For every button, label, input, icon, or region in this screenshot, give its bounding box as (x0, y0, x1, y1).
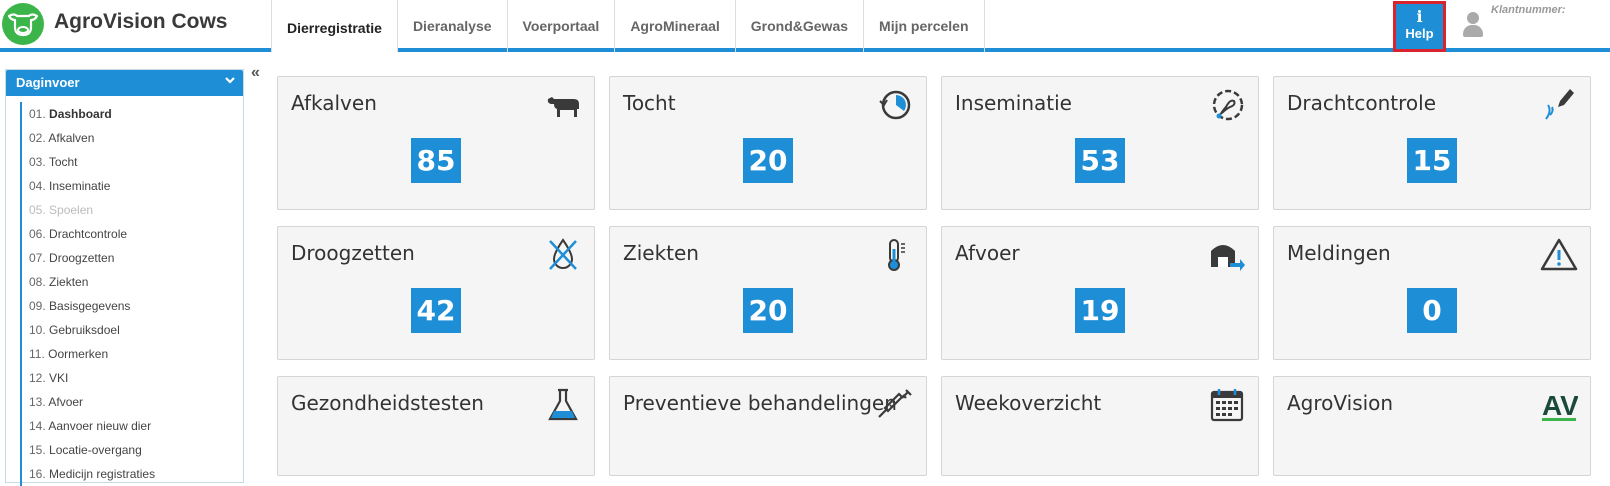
sidebar-title: Daginvoer (16, 75, 80, 90)
tile-inseminatie[interactable]: Inseminatie 53 (941, 76, 1259, 210)
tile-meldingen[interactable]: Meldingen 0 (1273, 226, 1591, 360)
tile-agrovision[interactable]: AgroVision AV (1273, 376, 1591, 476)
ultrasound-icon (1540, 87, 1578, 123)
sidebar-item-basisgegevens[interactable]: 09. Basisgegevens (20, 294, 243, 318)
tile-count: 15 (1407, 138, 1457, 183)
tile-afvoer[interactable]: Afvoer 19 (941, 226, 1259, 360)
cow-logo-icon[interactable] (2, 3, 44, 45)
tile-drachtcontrole[interactable]: Drachtcontrole 15 (1273, 76, 1591, 210)
tile-count: 20 (743, 138, 793, 183)
nav-mijn-percelen[interactable]: Mijn percelen (863, 0, 985, 52)
help-button[interactable]: i Help (1393, 1, 1446, 52)
tile-title: Weekoverzicht (955, 391, 1102, 415)
nav-dierregistratie[interactable]: Dierregistratie (271, 0, 397, 52)
sidebar-item-droogzetten[interactable]: 07. Droogzetten (20, 246, 243, 270)
sidebar-item-spoelen: 05. Spoelen (20, 198, 243, 222)
barn-exit-icon (1208, 237, 1246, 273)
tile-title: Tocht (623, 91, 676, 115)
tile-afkalven[interactable]: Afkalven 85 (277, 76, 595, 210)
nav-agromineraal[interactable]: AgroMineraal (614, 0, 734, 52)
tile-ziekten[interactable]: Ziekten 20 (609, 226, 927, 360)
tile-tocht[interactable]: Tocht 20 (609, 76, 927, 210)
nav-grond-gewas[interactable]: Grond&Gewas (734, 0, 863, 52)
sidebar-item-locatie-overgang[interactable]: 15. Locatie-overgang (20, 438, 243, 462)
nav-voerportaal[interactable]: Voerportaal (506, 0, 615, 52)
sidebar-item-vki[interactable]: 12. VKI (20, 366, 243, 390)
sidebar-item-gebruiksdoel[interactable]: 10. Gebruiksdoel (20, 318, 243, 342)
main-nav: Dierregistratie Dieranalyse Voerportaal … (271, 0, 985, 52)
tile-count: 0 (1407, 288, 1457, 333)
tile-title: Meldingen (1287, 241, 1391, 265)
tile-title: Afkalven (291, 91, 377, 115)
tile-title: AgroVision (1287, 391, 1394, 415)
user-icon[interactable] (1462, 12, 1484, 38)
tile-preventieve-behandelingen[interactable]: Preventieve behandelingen (609, 376, 927, 476)
tile-weekoverzicht[interactable]: Weekoverzicht (941, 376, 1259, 476)
sidebar-item-aanvoer-nieuw-dier[interactable]: 14. Aanvoer nieuw dier (20, 414, 243, 438)
sidebar-item-afkalven[interactable]: 02. Afkalven (20, 126, 243, 150)
warning-icon (1540, 237, 1578, 273)
tile-count: 53 (1075, 138, 1125, 183)
nav-dieranalyse[interactable]: Dieranalyse (396, 0, 507, 52)
sidebar-item-ziekten[interactable]: 08. Ziekten (20, 270, 243, 294)
collapse-sidebar-button[interactable]: « (251, 64, 260, 82)
av-logo-icon: AV (1540, 387, 1579, 423)
tile-count: 85 (411, 138, 461, 183)
clock-cycle-icon (876, 87, 914, 123)
calendar-icon (1208, 387, 1246, 423)
no-milk-drop-icon (544, 237, 582, 273)
tile-count: 19 (1075, 288, 1125, 333)
flask-icon (544, 387, 582, 423)
syringe-icon (876, 387, 914, 423)
sidebar-item-afvoer[interactable]: 13. Afvoer (20, 390, 243, 414)
tile-gezondheidstesten[interactable]: Gezondheidstesten (277, 376, 595, 476)
sidebar-item-dashboard[interactable]: 01. Dashboard (20, 102, 243, 126)
sidebar-item-oormerken[interactable]: 11. Oormerken (20, 342, 243, 366)
help-label: Help (1405, 26, 1434, 41)
svg-text:AV: AV (1542, 390, 1578, 421)
sidebar-item-inseminatie[interactable]: 04. Inseminatie (20, 174, 243, 198)
top-header: AgroVision Cows Dierregistratie Dieranal… (0, 0, 1610, 52)
tile-count: 20 (743, 288, 793, 333)
tile-title: Ziekten (623, 241, 699, 265)
tile-title: Droogzetten (291, 241, 415, 265)
thermometer-icon (876, 237, 914, 273)
klantnummer-label: Klantnummer: (1491, 4, 1566, 16)
tile-title: Gezondheidstesten (291, 391, 484, 415)
brand-name[interactable]: AgroVision Cows (54, 10, 227, 34)
sidebar-item-tocht[interactable]: 03. Tocht (20, 150, 243, 174)
tile-title: Preventieve behandelingen (623, 391, 897, 415)
chevron-down-icon[interactable] (224, 74, 236, 89)
info-icon: i (1416, 7, 1423, 26)
sidebar-item-drachtcontrole[interactable]: 06. Drachtcontrole (20, 222, 243, 246)
sidebar-item-medicijn-registraties[interactable]: 16. Medicijn registraties (20, 462, 243, 486)
sidebar: Daginvoer 01. Dashboard 02. Afkalven 03.… (5, 69, 244, 486)
sperm-icon (1208, 87, 1246, 123)
tile-title: Afvoer (955, 241, 1020, 265)
cow-icon (544, 87, 582, 123)
tile-count: 42 (411, 288, 461, 333)
sidebar-menu: 01. Dashboard 02. Afkalven 03. Tocht 04.… (6, 96, 243, 486)
tile-title: Drachtcontrole (1287, 91, 1437, 115)
tile-title: Inseminatie (955, 91, 1072, 115)
tile-droogzetten[interactable]: Droogzetten 42 (277, 226, 595, 360)
sidebar-header[interactable]: Daginvoer (6, 70, 243, 96)
